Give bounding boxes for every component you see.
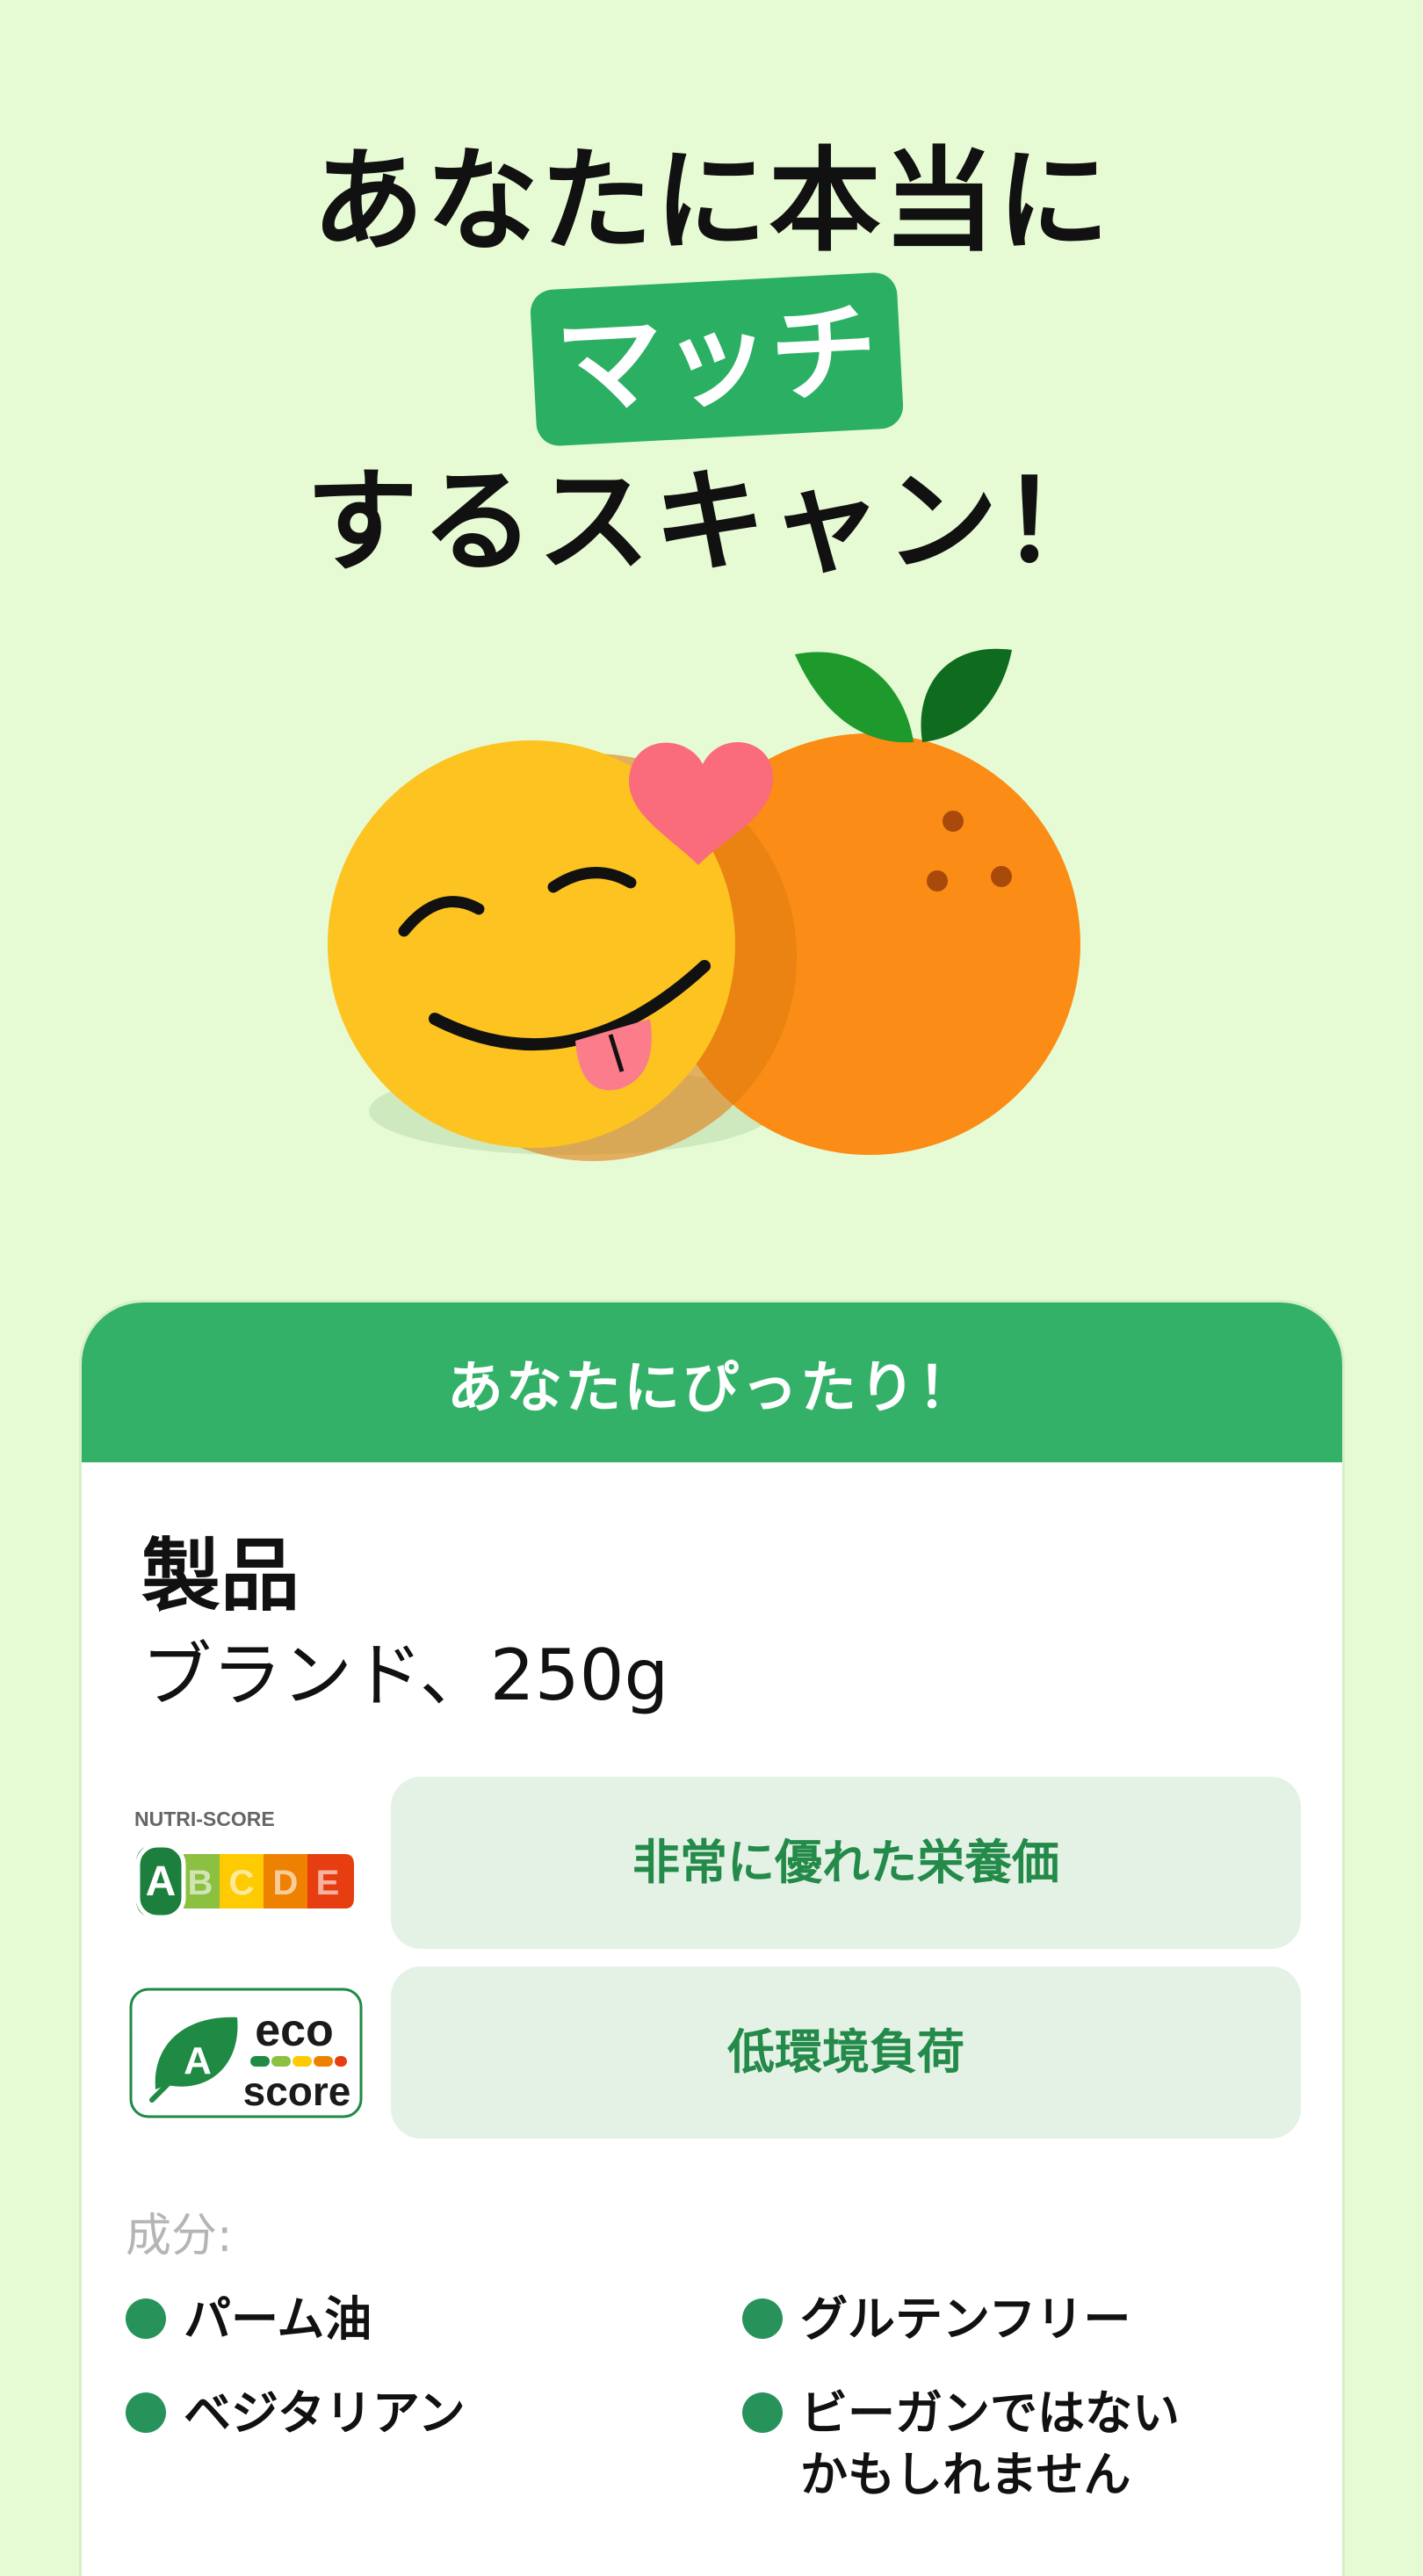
nutri-letter-e: E (316, 1864, 340, 1902)
nutri-score-logo-label: NUTRI-SCORE (134, 1808, 275, 1830)
orange-dot (943, 811, 964, 832)
eco-score-logo: A eco score (129, 1988, 363, 2118)
eco-score-logo-top: eco (255, 2005, 334, 2056)
ingredient-item: グルテンフリー (742, 2289, 1130, 2350)
eco-score-logo-bottom: score (243, 2068, 351, 2114)
ingredient-item: ビーガンではない かもしれません (742, 2383, 1180, 2506)
eco-score-grade: A (184, 2039, 212, 2082)
headline-line1: あなたに本当に (311, 136, 1111, 267)
headline-highlight-pill: マッチ (529, 271, 905, 447)
smiley-orange-illustration (328, 648, 1080, 1161)
nutri-letter-d: D (273, 1864, 299, 1902)
nutri-letter-b: B (188, 1864, 213, 1902)
product-subtitle: ブランド、250g (141, 1634, 669, 1716)
nutri-score-row[interactable]: NUTRI-SCORE A B C D E 非常に優れた栄養価 (127, 1777, 1304, 1949)
eco-score-row[interactable]: A eco score 低環境負荷 (127, 1966, 1304, 2139)
nutri-letter-a: A (146, 1858, 177, 1905)
leaf-icon (921, 648, 1012, 742)
bullet-dot-icon (742, 2392, 783, 2433)
orange-dot (927, 870, 948, 891)
leaf-icon (795, 652, 914, 743)
product-title: 製品 (141, 1530, 300, 1622)
ingredient-text: ベジタリアン (184, 2385, 466, 2441)
bullet-dot-icon (742, 2298, 783, 2339)
bullet-dot-icon (126, 2298, 166, 2339)
nutri-letter-c: C (229, 1864, 255, 1902)
match-result-card: あなたにぴったり！ 製品 ブランド、250g NUTRI-SCORE A B C… (82, 1302, 1342, 2576)
bullet-dot-icon (126, 2392, 166, 2433)
orange-dot (991, 866, 1012, 887)
nutri-score-logo: NUTRI-SCORE A B C D E (134, 1808, 354, 1920)
card-header: あなたにぴったり！ (82, 1302, 1342, 1462)
ingredient-text: パーム油 (184, 2291, 372, 2347)
ingredients-label: 成分: (126, 2210, 233, 2262)
eco-score-description: 低環境負荷 (391, 1966, 1301, 2139)
headline-line3: するスキャン！ (305, 457, 1117, 588)
nutri-score-description: 非常に優れた栄養価 (391, 1777, 1301, 1949)
ingredient-item: ベジタリアン (126, 2383, 466, 2444)
headline: あなたに本当に マッチ するスキャン！ (0, 132, 1423, 588)
ingredient-item: パーム油 (126, 2289, 372, 2350)
ingredient-text: グルテンフリー (800, 2291, 1131, 2347)
ingredient-text: ビーガンではない かもしれません (800, 2385, 1180, 2502)
